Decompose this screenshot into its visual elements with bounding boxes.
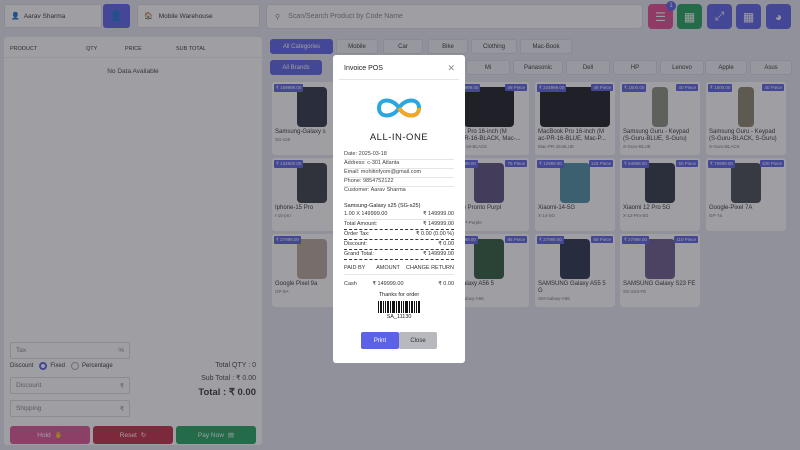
print-button[interactable]: Print <box>361 332 399 349</box>
order-tax-row: Order Tax: ₹ 0.00 (0.00 %) <box>344 231 454 237</box>
close-button[interactable]: Close <box>399 332 437 349</box>
payment-divider <box>344 274 454 275</box>
paid-by-header: PAID BY <box>344 265 366 271</box>
dashed-divider <box>344 239 454 240</box>
dashed-divider <box>344 249 454 250</box>
invoice-date: Date: 2025-03-18 <box>344 151 387 157</box>
dashed-divider <box>344 259 454 260</box>
invoice-customer: Customer: Aarav Sharma <box>344 187 406 193</box>
total-amount-label: Total Amount: <box>344 221 378 227</box>
change-return-header: CHANGE RETURN <box>406 265 454 271</box>
total-amount-row: Total Amount: ₹ 149999.00 <box>344 221 454 227</box>
discount-label: Discount: <box>344 241 367 247</box>
barcode-image <box>378 301 420 313</box>
payment-amount: ₹ 149999.00 <box>372 281 404 287</box>
invoice-phone: Phone: 9854752122 <box>344 178 394 184</box>
modal-header-divider <box>339 79 459 80</box>
invoice-code: SA_11130 <box>386 314 412 320</box>
invoice-item-qty: 1.00 X 149999.00 <box>344 211 388 217</box>
amount-header: AMOUNT <box>376 265 400 271</box>
invoice-modal: Invoice POS ✕ ALL-IN-ONE Date: 2025-03-1… <box>333 55 465 363</box>
grand-total-row: Grand Total: ₹ 149999.00 <box>344 251 454 257</box>
order-tax-value: ₹ 0.00 (0.00 %) <box>415 231 454 237</box>
payment-method: Cash <box>344 281 357 287</box>
invoice-modal-title: Invoice POS <box>344 65 383 72</box>
total-amount-value: ₹ 149999.00 <box>422 221 454 227</box>
thanks-text: Thanks for order <box>378 292 420 298</box>
company-name: ALL-IN-ONE <box>369 132 429 143</box>
dashed-divider <box>344 229 454 230</box>
invoice-item-total: ₹ 149999.00 <box>422 211 454 217</box>
invoice-item-name: Samsung-Galaxy s25 (SG-s25) <box>344 203 421 209</box>
discount-row: Discount: ₹ 0.00 <box>344 241 454 247</box>
grand-total-label: Grand Total: <box>344 251 374 257</box>
payment-row: Cash ₹ 149999.00 ₹ 0.00 <box>344 281 454 287</box>
item-divider <box>344 219 454 220</box>
order-tax-label: Order Tax: <box>344 231 370 237</box>
grand-total-value: ₹ 149999.00 <box>422 251 454 257</box>
discount-value: ₹ 0.00 <box>438 241 454 247</box>
payment-header-row: PAID BY AMOUNT CHANGE RETURN <box>344 265 454 271</box>
invoice-item-row: 1.00 X 149999.00 ₹ 149999.00 <box>344 211 454 217</box>
close-icon[interactable]: ✕ <box>447 63 455 74</box>
payment-change: ₹ 0.00 <box>438 281 454 287</box>
company-logo <box>371 92 427 124</box>
invoice-email: Email: mohitinfyom@gmail.com <box>344 169 422 175</box>
invoice-address: Address: c-301 Atlanta <box>344 160 400 166</box>
